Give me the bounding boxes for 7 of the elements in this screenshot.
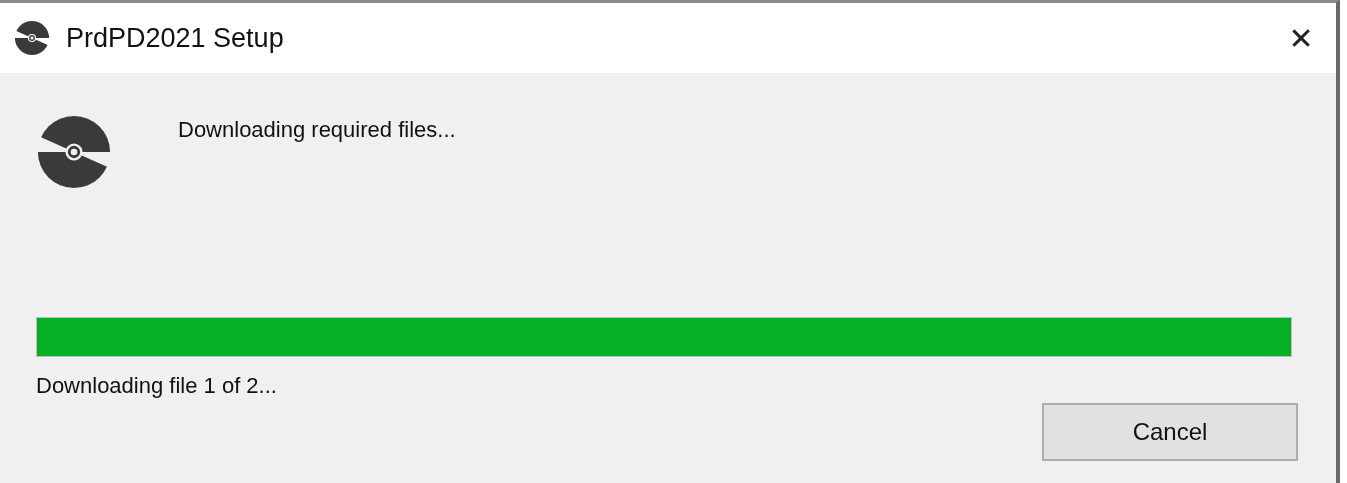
close-button[interactable]: ✕	[1266, 8, 1336, 68]
app-disc-icon	[14, 20, 50, 56]
window-title: PrdPD2021 Setup	[66, 22, 284, 54]
cancel-button[interactable]: Cancel	[1042, 403, 1298, 461]
download-status: Downloading file 1 of 2...	[36, 373, 277, 399]
setup-disc-icon	[36, 114, 112, 190]
status-heading: Downloading required files...	[178, 117, 456, 143]
